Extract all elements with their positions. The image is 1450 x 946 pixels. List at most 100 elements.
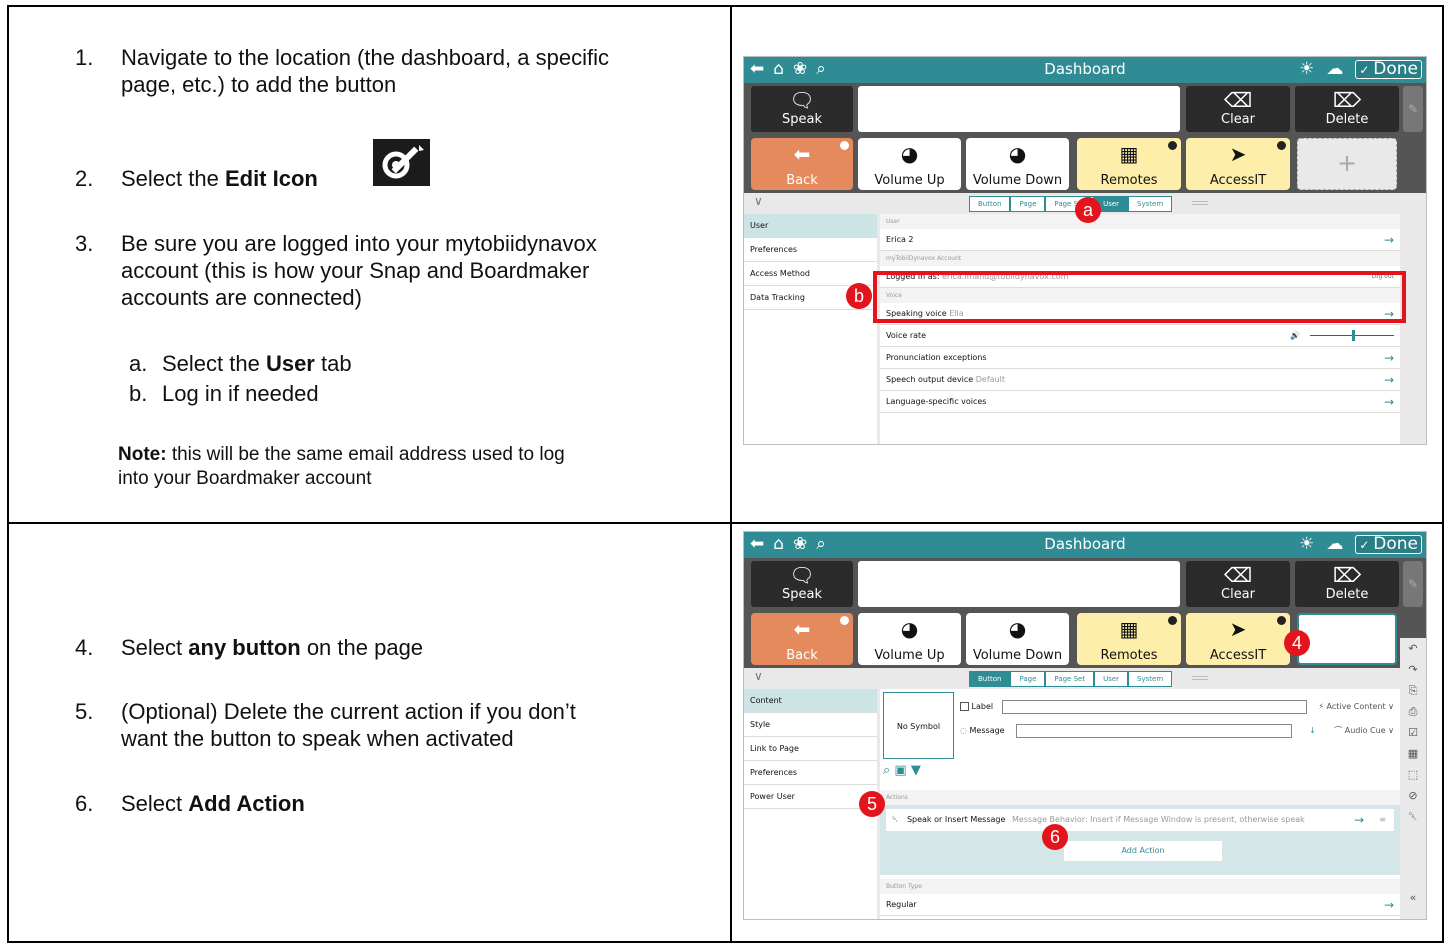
sidebar-item-content[interactable]: Content bbox=[744, 689, 877, 713]
pronunciation-row[interactable]: Pronunciation exceptions → bbox=[880, 347, 1400, 369]
message-window[interactable] bbox=[858, 561, 1180, 607]
select-icon[interactable]: ☑ bbox=[1400, 722, 1426, 743]
speak-button[interactable]: 🗨 Speak bbox=[751, 561, 853, 607]
active-content-dropdown[interactable]: ⚡ Active Content ∨ bbox=[1318, 699, 1394, 715]
accessit-tile[interactable]: ➤ AccessIT bbox=[1186, 613, 1290, 665]
tab-user[interactable]: User bbox=[1094, 671, 1129, 687]
back-tile[interactable]: ⬅ Back bbox=[751, 613, 853, 665]
camera-icon[interactable]: ▣ bbox=[894, 763, 906, 778]
remotes-tile[interactable]: ▦ Remotes bbox=[1077, 613, 1181, 665]
audio-cue-label: Audio Cue bbox=[1344, 726, 1386, 735]
drag-handle-icon[interactable] bbox=[1192, 201, 1208, 205]
volume-up-tile[interactable]: ◕ Volume Up bbox=[858, 613, 961, 665]
marquee-icon[interactable]: ⬚ bbox=[1400, 764, 1426, 785]
slider-thumb[interactable] bbox=[1352, 330, 1355, 341]
paste-icon[interactable]: ⎙ bbox=[1400, 701, 1426, 722]
tab-button[interactable]: Button bbox=[969, 196, 1011, 212]
substep-text: tab bbox=[314, 351, 352, 376]
accessit-tile[interactable]: ➤ AccessIT bbox=[1186, 138, 1290, 190]
tile-label: Back bbox=[786, 173, 818, 188]
filter-icon[interactable]: ▼ bbox=[911, 763, 921, 778]
clear-button[interactable]: ⌫ Clear bbox=[1186, 86, 1290, 132]
delete-button[interactable]: ⌦ Delete bbox=[1295, 86, 1399, 132]
audio-cue-dropdown[interactable]: ⌒ Audio Cue ∨ bbox=[1334, 723, 1394, 739]
volume-up-tile[interactable]: ◕ Volume Up bbox=[858, 138, 961, 190]
tab-system[interactable]: System bbox=[1128, 196, 1173, 212]
grid-icon[interactable]: ▦ bbox=[1400, 743, 1426, 764]
delete-icon: ⌦ bbox=[1332, 88, 1362, 112]
redo-icon[interactable]: ↷ bbox=[1400, 659, 1426, 680]
collapse-left-icon[interactable]: « bbox=[1400, 887, 1426, 908]
tile-label: Remotes bbox=[1100, 173, 1158, 188]
button-type-row[interactable]: Regular → bbox=[880, 894, 1400, 916]
trash-icon[interactable]: ␡ bbox=[892, 815, 898, 824]
speech-output-row[interactable]: Speech output device Default → bbox=[880, 369, 1400, 391]
remote-icon: ▦ bbox=[1119, 142, 1139, 166]
edit-tabs: Button Page Page Set User System bbox=[969, 196, 1173, 212]
tab-page[interactable]: Page bbox=[1010, 196, 1046, 212]
edit-icon bbox=[373, 139, 430, 186]
message-window[interactable] bbox=[858, 86, 1180, 132]
chevron-down-icon[interactable]: ∨ bbox=[754, 194, 763, 208]
tab-page[interactable]: Page bbox=[1010, 671, 1046, 687]
brightness-icon[interactable]: ☀ bbox=[1299, 59, 1314, 79]
button-row: ⬅ Back ◕ Volume Up ◕ Volume Down ▦ Remotes ➤… bbox=[744, 610, 1426, 668]
no-symbol-box[interactable]: No Symbol bbox=[883, 692, 954, 759]
step-number: 3. bbox=[75, 231, 94, 256]
message-input[interactable] bbox=[1016, 724, 1292, 738]
chevron-down-icon[interactable]: ∨ bbox=[754, 669, 763, 683]
volume-down-tile[interactable]: ◕ Volume Down bbox=[966, 138, 1069, 190]
tile-label: Volume Up bbox=[874, 173, 945, 188]
tab-system[interactable]: System bbox=[1128, 671, 1173, 687]
callout-badge-b: b bbox=[846, 283, 872, 309]
trash-icon[interactable]: ␡ bbox=[1400, 806, 1426, 827]
label-input[interactable] bbox=[1002, 700, 1307, 714]
label-row: Label ⚡ Active Content ∨ bbox=[960, 699, 1394, 715]
substep-letter: a. bbox=[129, 351, 148, 376]
sidebar-item-user[interactable]: User bbox=[744, 214, 877, 238]
cloud-sync-icon[interactable]: ☁ bbox=[1326, 534, 1343, 554]
language-voices-row[interactable]: Language-specific voices → bbox=[880, 391, 1400, 413]
no-symbol-label: No Symbol bbox=[896, 722, 941, 731]
sidebar-item-power-user[interactable]: Power User bbox=[744, 785, 877, 809]
step-number: 4. bbox=[75, 635, 94, 660]
hide-icon[interactable]: ⊘ bbox=[1400, 785, 1426, 806]
action-row[interactable]: ␡ Speak or Insert Message Message Behavi… bbox=[886, 809, 1394, 831]
drag-handle-icon[interactable]: ≡ bbox=[1379, 809, 1386, 831]
speak-label: Speak bbox=[782, 112, 822, 127]
add-button-tile[interactable]: + bbox=[1297, 138, 1397, 190]
selected-empty-tile[interactable] bbox=[1297, 613, 1397, 665]
row-label: Voice rate bbox=[886, 331, 927, 340]
pencil-icon[interactable]: ✎ bbox=[1403, 86, 1423, 132]
remotes-tile[interactable]: ▦ Remotes bbox=[1077, 138, 1181, 190]
cloud-sync-icon[interactable]: ☁ bbox=[1326, 59, 1343, 79]
pencil-icon[interactable]: ✎ bbox=[1403, 561, 1423, 607]
undo-icon[interactable]: ↶ bbox=[1400, 638, 1426, 659]
voice-rate-slider[interactable] bbox=[1310, 330, 1394, 341]
sidebar-item-link-to-page[interactable]: Link to Page bbox=[744, 737, 877, 761]
volume-down-tile[interactable]: ◕ Volume Down bbox=[966, 613, 1069, 665]
sidebar-item-style[interactable]: Style bbox=[744, 713, 877, 737]
delete-button[interactable]: ⌦ Delete bbox=[1295, 561, 1399, 607]
drag-handle-icon[interactable] bbox=[1192, 676, 1208, 680]
speak-button[interactable]: 🗨 Speak bbox=[751, 86, 853, 132]
user-name-row[interactable]: Erica 2 → bbox=[880, 229, 1400, 251]
add-action-button[interactable]: Add Action bbox=[1064, 841, 1222, 861]
back-tile[interactable]: ⬅ Back bbox=[751, 138, 853, 190]
done-button[interactable]: ✓ Done bbox=[1355, 59, 1422, 79]
tile-label: Volume Up bbox=[874, 648, 945, 663]
step-text: accounts are connected) bbox=[121, 285, 362, 310]
search-icon[interactable]: ⌕ bbox=[883, 763, 890, 778]
tab-page-set[interactable]: Page Set bbox=[1045, 671, 1095, 687]
microphone-icon[interactable]: ↓ bbox=[1309, 723, 1316, 739]
sidebar-item-preferences[interactable]: Preferences bbox=[744, 238, 877, 262]
done-button[interactable]: ✓ Done bbox=[1355, 534, 1422, 554]
tab-button[interactable]: Button bbox=[969, 671, 1011, 687]
brightness-icon[interactable]: ☀ bbox=[1299, 534, 1314, 554]
clear-button[interactable]: ⌫ Clear bbox=[1186, 561, 1290, 607]
dot-icon bbox=[1168, 141, 1177, 150]
copy-icon[interactable]: ⎘ bbox=[1400, 680, 1426, 701]
sidebar-item-preferences[interactable]: Preferences bbox=[744, 761, 877, 785]
label-checkbox[interactable] bbox=[960, 702, 969, 711]
volume-down-icon: ◕ bbox=[1008, 142, 1027, 166]
